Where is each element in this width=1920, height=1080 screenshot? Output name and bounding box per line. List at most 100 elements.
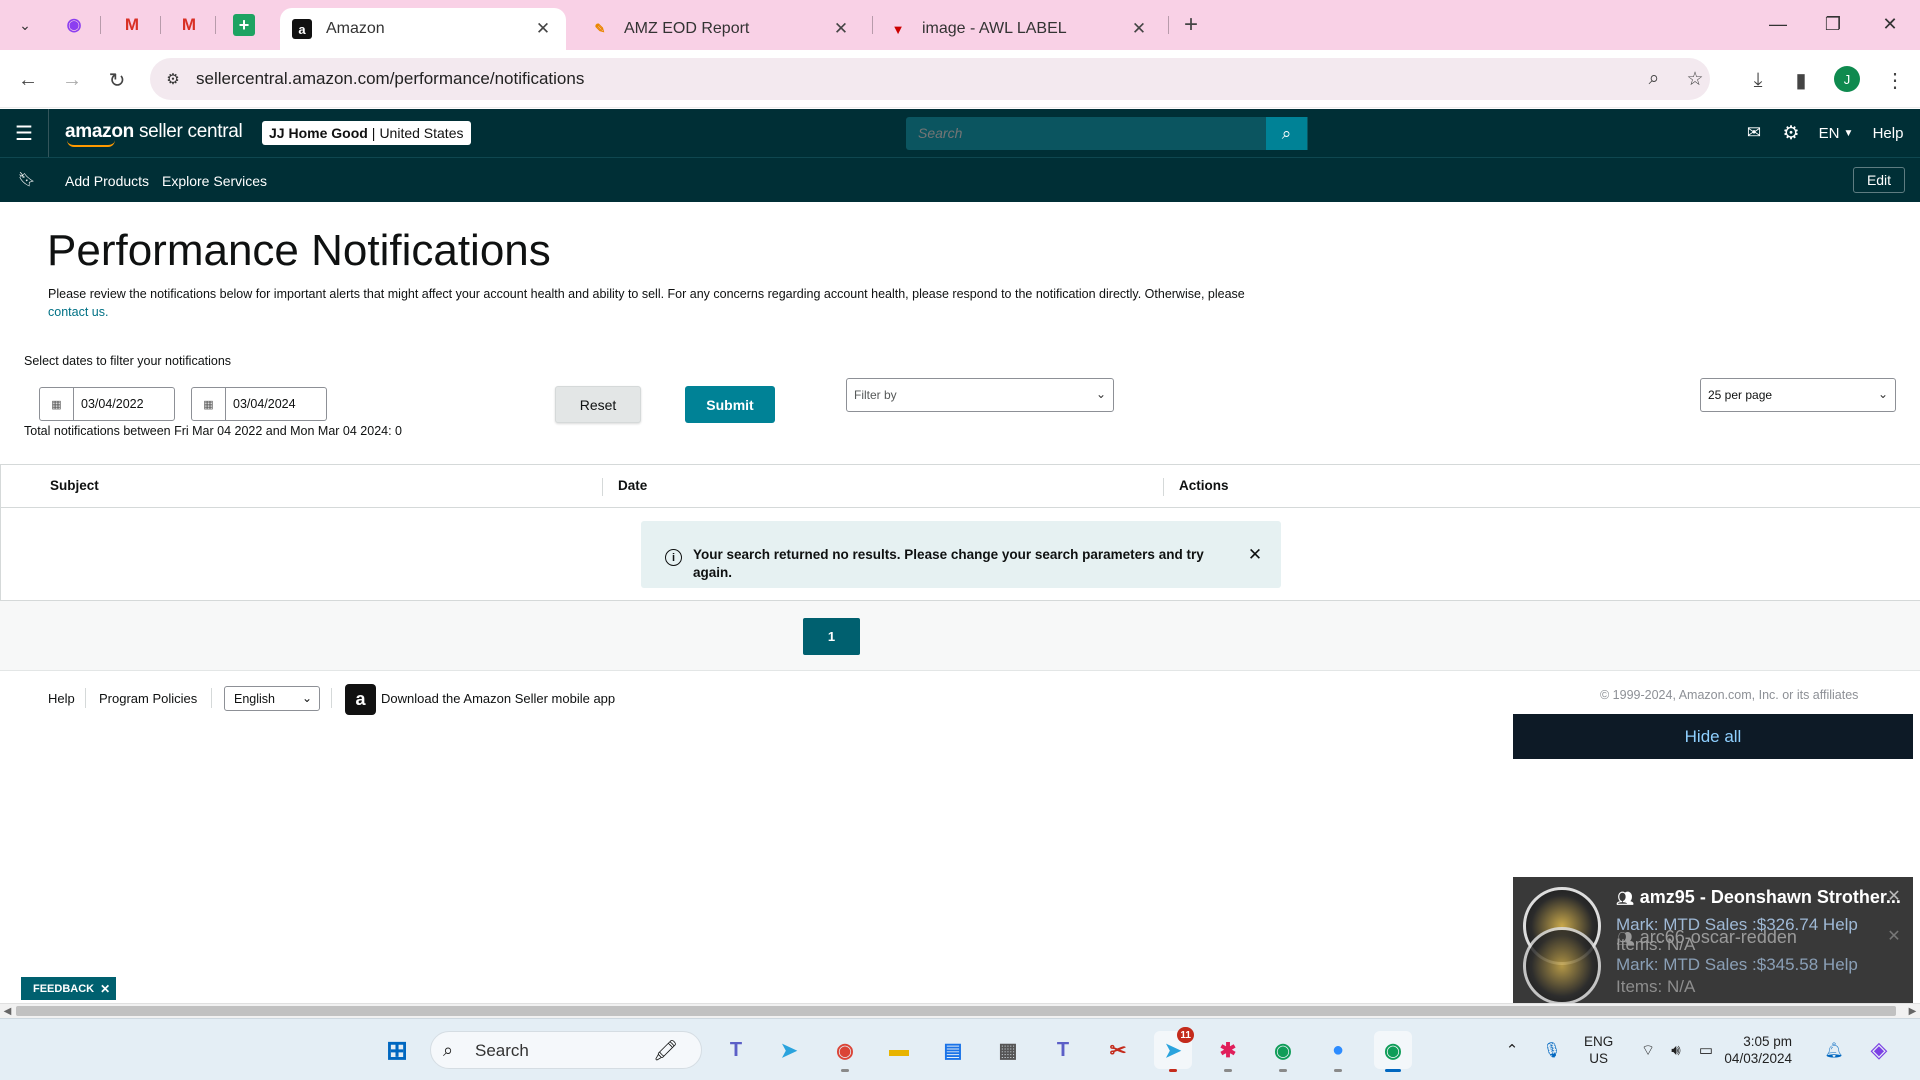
column-header-actions[interactable]: Actions <box>1179 478 1229 493</box>
account-switcher[interactable]: JJ Home Good | United States <box>262 121 471 145</box>
tab-amz-eod-report[interactable]: ✎ AMZ EOD Report ✕ <box>578 8 864 50</box>
side-panel-icon[interactable]: ▮ <box>1786 65 1816 95</box>
footer-language-select[interactable]: English ⌄ <box>224 686 320 711</box>
running-indicator <box>1169 1069 1177 1072</box>
teams-icon[interactable]: T <box>717 1031 755 1069</box>
amazon-app-icon[interactable]: a <box>345 684 376 715</box>
profile-avatar[interactable]: J <box>1834 66 1860 92</box>
seller-central-logo[interactable]: amazon seller central <box>65 121 243 147</box>
calendar-icon[interactable]: ▦ <box>40 388 74 420</box>
close-tab-icon[interactable]: ✕ <box>1128 18 1150 40</box>
filter-by-select[interactable]: Filter by ⌄ <box>846 378 1114 412</box>
close-window-icon[interactable]: ✕ <box>1870 10 1910 38</box>
snipping-tool-icon[interactable]: ✂ <box>1099 1031 1137 1069</box>
windows-start-icon[interactable]: ⊞ <box>378 1031 416 1069</box>
url-text[interactable]: sellercentral.amazon.com/performance/not… <box>196 69 584 89</box>
chrome-profile-icon[interactable]: ◉ <box>1264 1031 1302 1072</box>
messenger-pinned-tab-icon[interactable]: ◉ <box>60 12 88 38</box>
scroll-left-arrow-icon[interactable]: ◀ <box>0 1004 15 1019</box>
close-tab-icon[interactable]: ✕ <box>830 18 852 40</box>
file-explorer-icon[interactable]: ▬ <box>880 1031 918 1069</box>
close-tab-icon[interactable]: ✕ <box>532 18 554 40</box>
hide-all-notifications-button[interactable]: Hide all <box>1513 714 1913 759</box>
contact-us-link[interactable]: contact us. <box>48 305 108 319</box>
settings-gear-icon[interactable]: ⚙ <box>1777 121 1805 145</box>
feedback-button[interactable]: FEEDBACK ✕ <box>21 977 117 1000</box>
search-icon: ⌕ <box>443 1040 454 1060</box>
chevron-down-icon: ⌄ <box>1877 387 1888 401</box>
help-link[interactable]: Help <box>1866 121 1910 145</box>
zoom-icon[interactable]: ● <box>1319 1031 1357 1072</box>
reset-button[interactable]: Reset <box>555 386 641 423</box>
close-icon[interactable]: ✕ <box>1885 887 1903 905</box>
start-date-field[interactable]: ▦ 03/04/2022 <box>39 387 175 421</box>
hamburger-menu-icon[interactable]: ☰ <box>12 121 36 145</box>
horizontal-scrollbar[interactable]: ◀ ▶ <box>0 1003 1920 1018</box>
site-info-icon[interactable]: ⚙ <box>162 68 184 90</box>
chat-notification-stack[interactable]: 👥︎ amz95 - Deonshawn Strother... Mark: MT… <box>1513 877 1913 1017</box>
column-header-subject[interactable]: Subject <box>50 478 99 493</box>
language-selector[interactable]: EN ▼ <box>1816 121 1856 145</box>
column-divider <box>1163 478 1164 496</box>
awl-favicon-icon: ▼ <box>891 21 905 37</box>
telegram-active-icon[interactable]: ➤ 11 <box>1154 1027 1194 1072</box>
close-icon[interactable]: ✕ <box>100 982 110 996</box>
scroll-right-arrow-icon[interactable]: ▶ <box>1905 1004 1920 1019</box>
chrome-icon[interactable]: ◉ <box>826 1031 864 1072</box>
calendar-icon[interactable]: ▦ <box>192 388 226 420</box>
download-app-link[interactable]: Download the Amazon Seller mobile app <box>381 691 615 706</box>
tab-awl-label[interactable]: ▼ image - AWL LABEL ✕ <box>876 8 1162 50</box>
notification-bell-icon[interactable]: 🔔︎ <box>1822 1031 1846 1069</box>
per-page-select[interactable]: 25 per page ⌄ <box>1700 378 1896 412</box>
scrollbar-thumb[interactable] <box>16 1006 1896 1016</box>
edit-bookmarks-button[interactable]: Edit <box>1853 167 1905 193</box>
minimize-window-icon[interactable]: — <box>1758 10 1798 38</box>
address-bar[interactable]: ⚙ sellercentral.amazon.com/performance/n… <box>150 58 1710 100</box>
add-products-link[interactable]: Add Products <box>65 173 149 189</box>
wifi-icon[interactable]: ⌔ <box>1636 1031 1660 1069</box>
zoom-icon[interactable]: ⌕ <box>1642 67 1666 91</box>
start-date-value[interactable]: 03/04/2022 <box>74 397 144 411</box>
messages-mail-icon[interactable]: ✉ <box>1740 121 1768 145</box>
restore-window-icon[interactable]: ❐ <box>1813 10 1853 38</box>
search-button[interactable]: ⌕ <box>1266 117 1307 150</box>
tab-search-chevron-icon[interactable]: ⌄ <box>10 11 40 39</box>
slack-icon[interactable]: ✱ <box>1209 1031 1247 1072</box>
program-policies-link[interactable]: Program Policies <box>99 691 197 706</box>
volume-icon[interactable]: 🔊︎ <box>1664 1031 1688 1069</box>
input-language[interactable]: ENG US <box>1584 1033 1613 1067</box>
back-arrow-icon[interactable]: ← <box>13 65 43 95</box>
chrome-active-icon[interactable]: ◉ <box>1374 1031 1412 1072</box>
submit-button[interactable]: Submit <box>685 386 775 423</box>
close-icon[interactable]: ✕ <box>1245 545 1265 565</box>
sheets-pinned-tab-icon[interactable]: + <box>233 14 255 36</box>
bookmark-star-icon[interactable]: ☆ <box>1683 67 1707 91</box>
show-hidden-icons-chevron-icon[interactable]: ⌃ <box>1500 1031 1524 1069</box>
gmail-pinned-tab-icon[interactable]: M <box>118 12 146 38</box>
copilot-icon[interactable]: ◈ <box>1864 1031 1894 1069</box>
end-date-field[interactable]: ▦ 03/04/2024 <box>191 387 327 421</box>
footer-help-link[interactable]: Help <box>48 691 75 706</box>
taskbar-search-box[interactable]: ⌕ Search 🖍︎ <box>430 1031 702 1069</box>
telegram-icon[interactable]: ➤ <box>770 1031 808 1069</box>
page-1-button[interactable]: 1 <box>803 618 860 655</box>
forward-arrow-icon[interactable]: → <box>57 65 87 95</box>
reload-icon[interactable]: ↻ <box>102 65 132 95</box>
calculator-icon[interactable]: ▦ <box>989 1031 1027 1069</box>
notifications-table: Subject Date Actions i Your search retur… <box>0 464 1920 601</box>
teams-work-icon[interactable]: T <box>1044 1031 1082 1069</box>
tab-amazon[interactable]: a Amazon ✕ <box>280 8 566 50</box>
download-icon[interactable]: ⤓ <box>1743 65 1773 95</box>
end-date-value[interactable]: 03/04/2024 <box>226 397 296 411</box>
explore-services-link[interactable]: Explore Services <box>162 173 267 189</box>
system-clock[interactable]: 3:05 pm 04/03/2024 <box>1704 1033 1792 1067</box>
browser-menu-icon[interactable]: ⋮ <box>1880 65 1910 95</box>
microphone-icon[interactable]: 🎙︎ <box>1540 1031 1564 1069</box>
column-header-date[interactable]: Date <box>618 478 647 493</box>
new-tab-icon[interactable]: + <box>1178 11 1204 38</box>
seller-search-input[interactable] <box>918 125 1278 141</box>
notepad-icon[interactable]: ▤ <box>934 1031 972 1069</box>
close-icon[interactable]: ✕ <box>1885 927 1903 945</box>
gmail-pinned-tab-icon[interactable]: M <box>175 12 203 38</box>
bookmark-icon[interactable]: 🔖︎ <box>18 171 36 188</box>
